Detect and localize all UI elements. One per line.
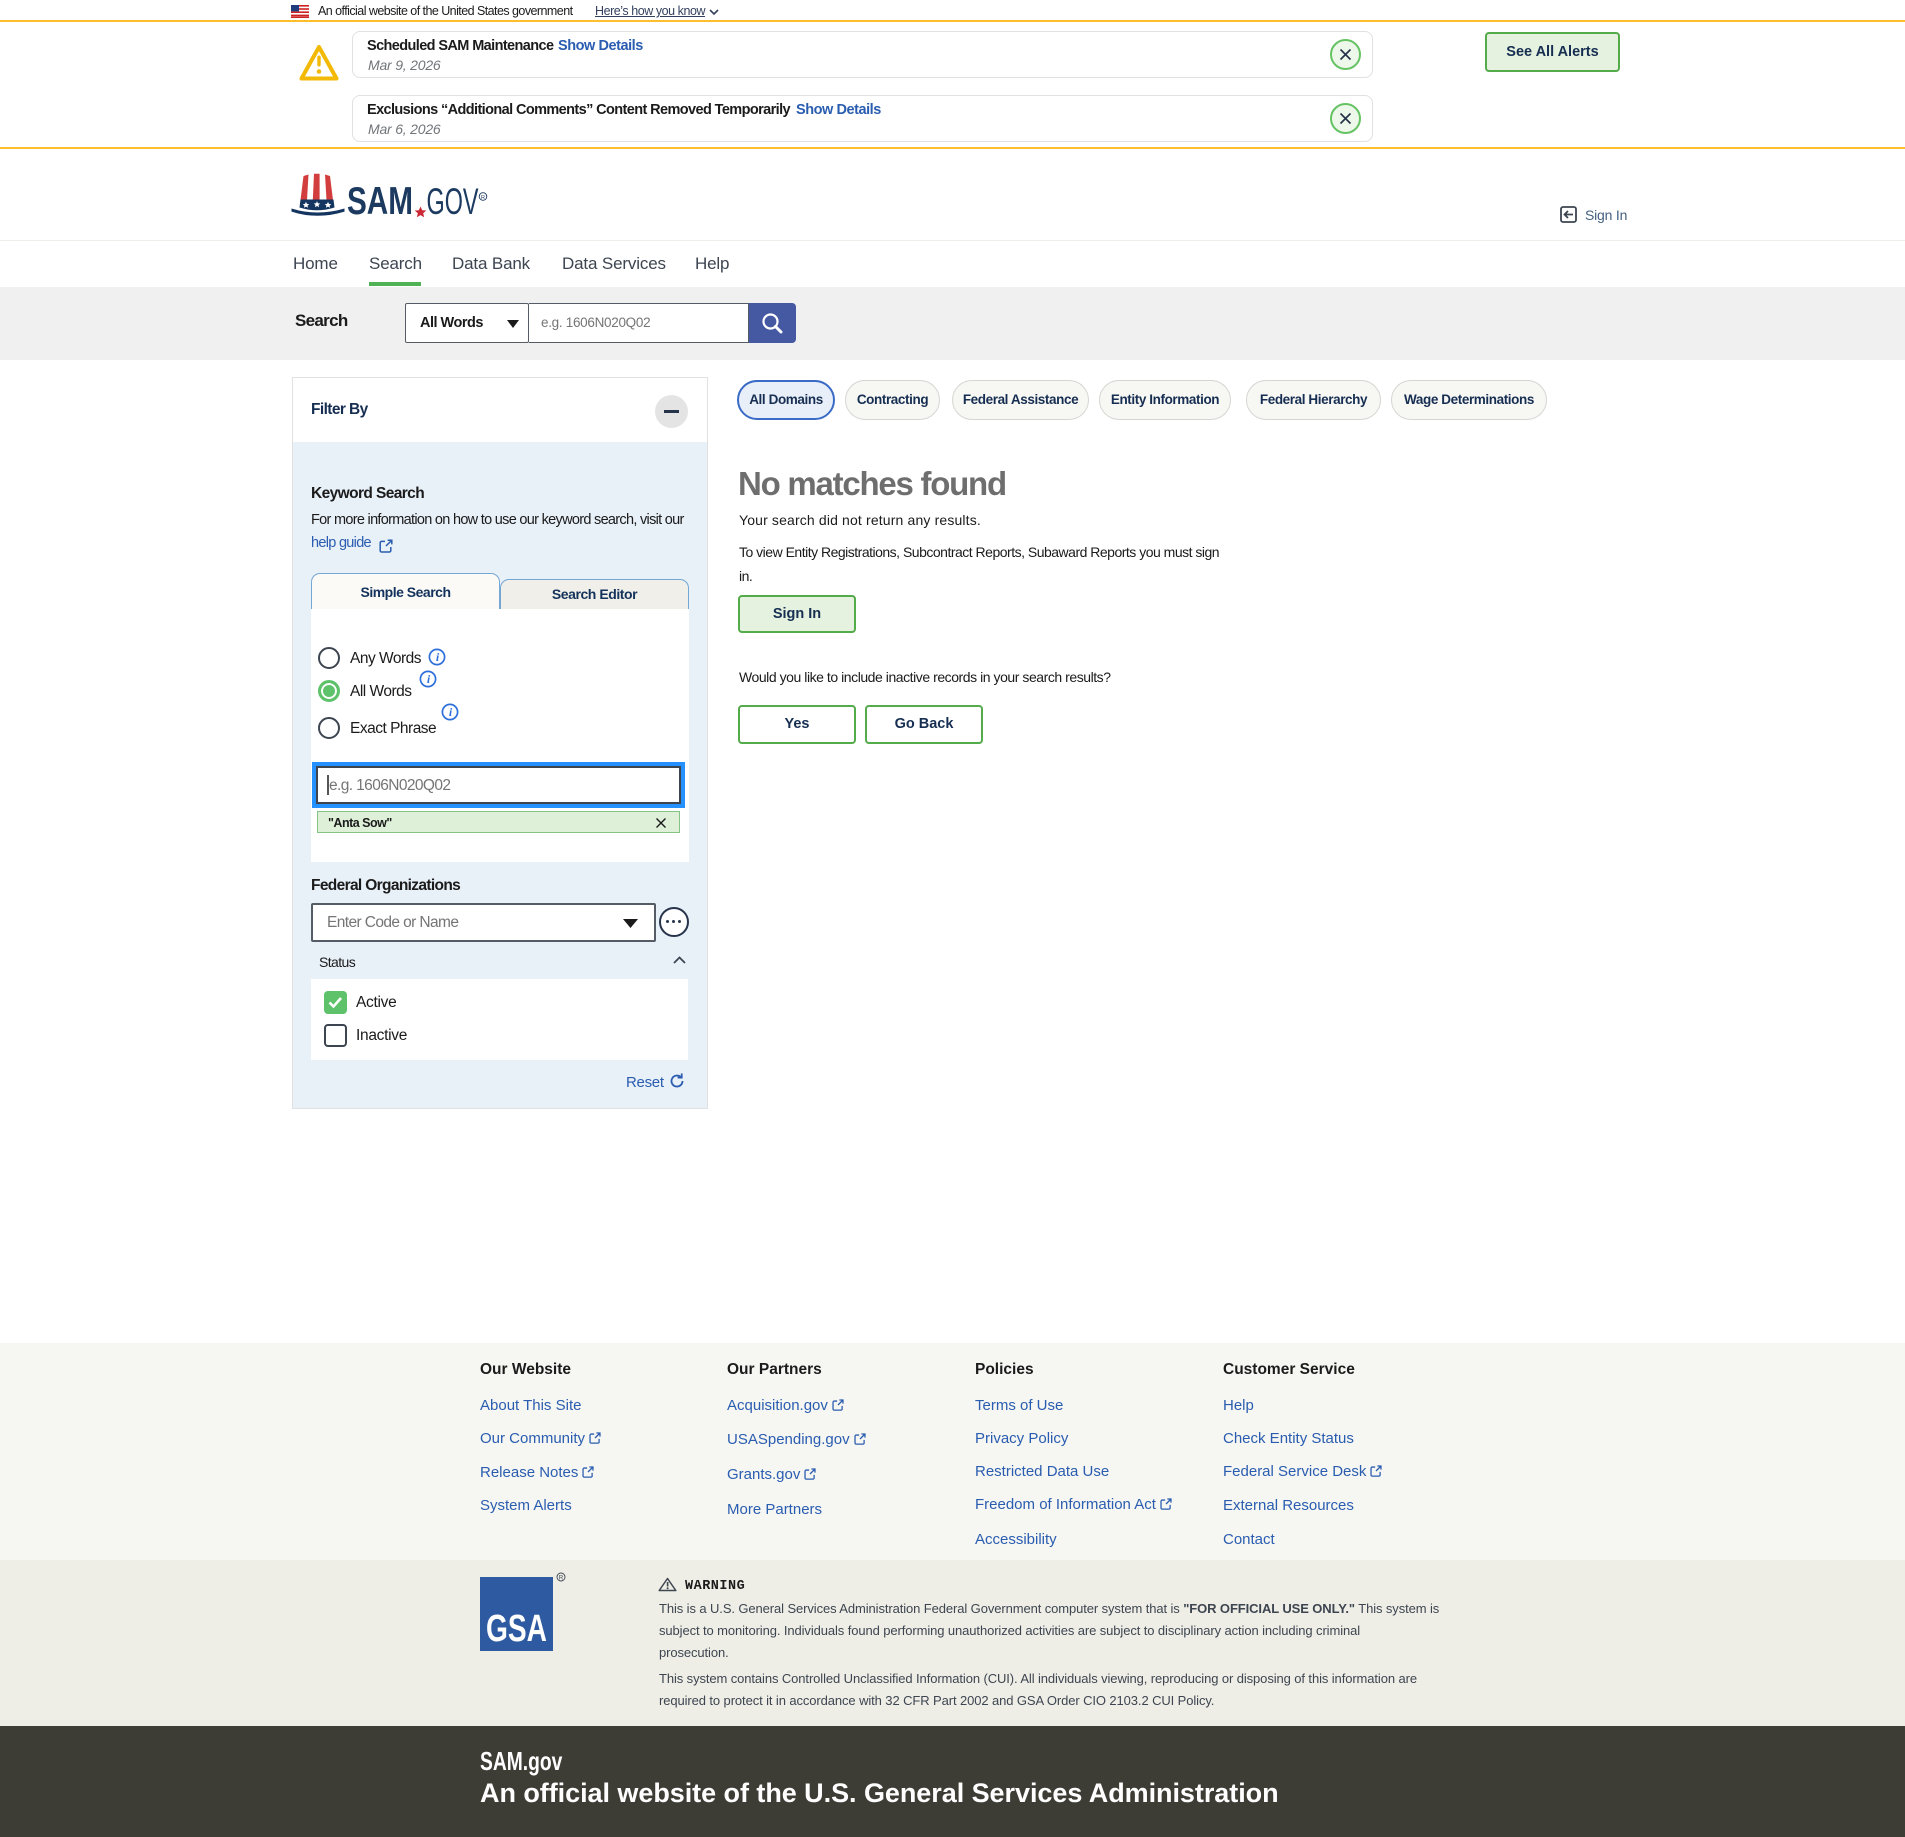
svg-text:GOV: GOV bbox=[427, 181, 479, 219]
svg-text:i: i bbox=[427, 672, 431, 686]
svg-text:R: R bbox=[559, 1576, 564, 1582]
svg-text:i: i bbox=[436, 650, 440, 664]
svg-text:R: R bbox=[481, 195, 485, 201]
svg-text:i: i bbox=[449, 705, 453, 719]
svg-text:GSA: GSA bbox=[486, 1608, 547, 1650]
svg-text:SAM: SAM bbox=[347, 180, 413, 219]
